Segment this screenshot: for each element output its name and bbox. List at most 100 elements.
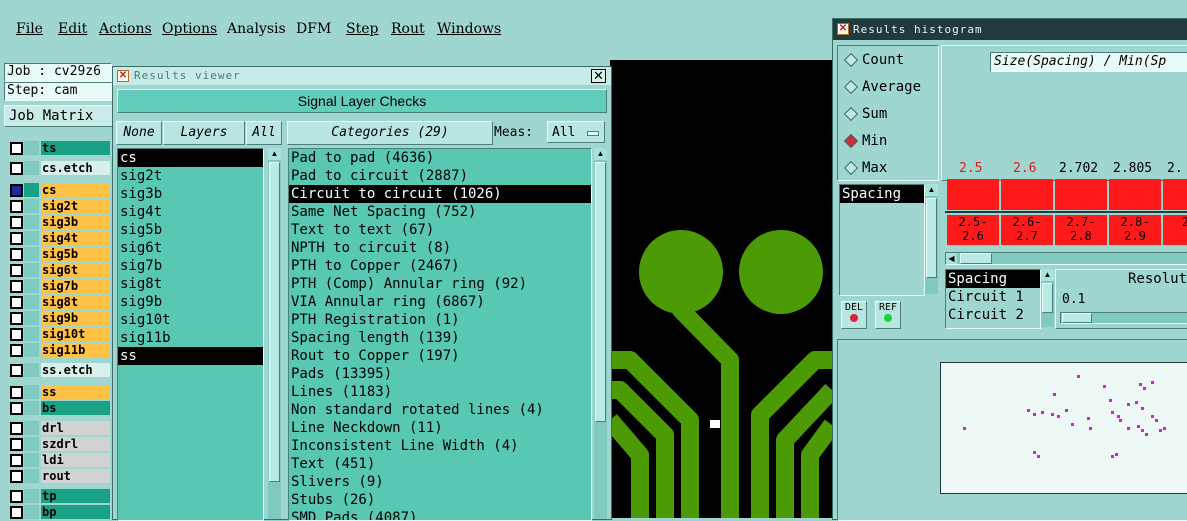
- layer-status-cell[interactable]: [24, 469, 39, 483]
- result-layer-item[interactable]: sig4t: [118, 203, 263, 221]
- layer-checkbox[interactable]: [10, 438, 23, 451]
- layer-checkbox[interactable]: [10, 312, 23, 325]
- histogram-titlebar[interactable]: ✕ Results histogram: [833, 19, 1187, 40]
- menu-step[interactable]: Step: [346, 21, 378, 37]
- category-item[interactable]: SMD Pads (4087): [289, 509, 591, 520]
- scroll-thumb[interactable]: [269, 162, 280, 482]
- graphic-canvas[interactable]: [610, 60, 832, 518]
- layer-row-drl[interactable]: drl: [6, 421, 110, 435]
- layer-row-ss-etch[interactable]: ss.etch: [6, 363, 110, 377]
- layer-row-szdrl[interactable]: szdrl: [6, 437, 110, 451]
- category-item[interactable]: Pad to pad (4636): [289, 149, 591, 167]
- layer-status-cell[interactable]: [24, 199, 39, 213]
- layer-checkbox[interactable]: [10, 402, 23, 415]
- categories-button[interactable]: Categories (29): [287, 121, 493, 145]
- layer-checkbox[interactable]: [10, 200, 23, 213]
- layer-row-sig2t[interactable]: sig2t: [6, 199, 110, 213]
- attribute-list[interactable]: Spacing Circuit 1 Circuit 2: [945, 269, 1041, 329]
- layer-checkbox[interactable]: [10, 422, 23, 435]
- layer-checkbox[interactable]: [10, 264, 23, 277]
- menu-options[interactable]: Options: [162, 21, 217, 37]
- job-matrix-button[interactable]: Job Matrix: [4, 105, 113, 127]
- layer-row-sig4t[interactable]: sig4t: [6, 231, 110, 245]
- menu-analysis[interactable]: Analysis: [227, 21, 286, 37]
- results-viewer-titlebar[interactable]: ✕ Results viewer ✕: [113, 67, 611, 85]
- meas-dropdown[interactable]: All: [547, 121, 605, 143]
- layer-status-cell[interactable]: [24, 311, 39, 325]
- attribute-item[interactable]: Circuit 1: [946, 288, 1040, 306]
- slider-thumb[interactable]: [1062, 313, 1092, 323]
- layer-checkbox[interactable]: [10, 280, 23, 293]
- layer-checkbox[interactable]: [10, 248, 23, 261]
- layer-checkbox[interactable]: [10, 344, 23, 357]
- category-item[interactable]: Stubs (26): [289, 491, 591, 509]
- layer-row-sig7b[interactable]: sig7b: [6, 279, 110, 293]
- category-item[interactable]: NPTH to circuit (8): [289, 239, 591, 257]
- scroll-thumb[interactable]: [960, 253, 992, 264]
- scroll-thumb[interactable]: [595, 162, 606, 422]
- layer-checkbox[interactable]: [10, 232, 23, 245]
- category-item[interactable]: Rout to Copper (197): [289, 347, 591, 365]
- histogram-scrollbar[interactable]: ◀: [945, 252, 1187, 265]
- radio-count[interactable]: Count: [843, 50, 904, 70]
- attribute-list-scrollbar[interactable]: ▲: [1041, 269, 1054, 327]
- radio-max[interactable]: Max: [843, 158, 887, 178]
- layer-checkbox[interactable]: [10, 506, 23, 519]
- category-item[interactable]: Pad to circuit (2887): [289, 167, 591, 185]
- layer-status-cell[interactable]: [24, 437, 39, 451]
- result-layer-item[interactable]: sig8t: [118, 275, 263, 293]
- layer-checkbox[interactable]: [10, 386, 23, 399]
- result-layer-item[interactable]: sig2t: [118, 167, 263, 185]
- layer-row-cs-etch[interactable]: cs.etch: [6, 161, 110, 175]
- result-layer-item[interactable]: sig6t: [118, 239, 263, 257]
- layer-checkbox[interactable]: [10, 296, 23, 309]
- layer-status-cell[interactable]: [24, 453, 39, 467]
- category-item[interactable]: Same Net Spacing (752): [289, 203, 591, 221]
- menu-edit[interactable]: Edit: [58, 21, 87, 37]
- layer-row-sig6t[interactable]: sig6t: [6, 263, 110, 277]
- histogram-bar[interactable]: [1109, 179, 1161, 210]
- result-layer-item[interactable]: sig3b: [118, 185, 263, 203]
- layer-status-cell[interactable]: [24, 489, 39, 503]
- layer-row-ts[interactable]: ts: [6, 141, 110, 155]
- result-layer-item[interactable]: sig11b: [118, 329, 263, 347]
- layer-result-list[interactable]: cs sig2t sig3b sig4t sig5b sig6t sig7b sig8t sig…: [117, 148, 264, 521]
- layer-checkbox[interactable]: [10, 364, 23, 377]
- category-item[interactable]: PTH (Comp) Annular ring (92): [289, 275, 591, 293]
- layer-row-tp[interactable]: tp: [6, 489, 110, 503]
- scroll-thumb[interactable]: [926, 198, 937, 278]
- close-icon[interactable]: ✕: [591, 69, 606, 83]
- layer-status-cell[interactable]: [24, 505, 39, 519]
- layer-checkbox[interactable]: [10, 162, 23, 175]
- layers-button[interactable]: Layers: [163, 121, 245, 145]
- layer-row-cs[interactable]: cs: [6, 183, 110, 197]
- category-list-scrollbar[interactable]: ▲: [594, 148, 607, 519]
- overview-map[interactable]: [837, 339, 1187, 521]
- menu-dfm[interactable]: DFM: [296, 21, 331, 37]
- category-item[interactable]: Lines (1183): [289, 383, 591, 401]
- category-item[interactable]: PTH Registration (1): [289, 311, 591, 329]
- layer-status-cell[interactable]: [24, 421, 39, 435]
- category-list[interactable]: Pad to pad (4636) Pad to circuit (2887) Ci…: [288, 148, 592, 521]
- layer-row-sig9b[interactable]: sig9b: [6, 311, 110, 325]
- layer-row-sig11b[interactable]: sig11b: [6, 343, 110, 357]
- radio-sum[interactable]: Sum: [843, 104, 887, 124]
- scroll-up-icon[interactable]: ▲: [925, 184, 938, 196]
- layer-checkbox[interactable]: [10, 470, 23, 483]
- result-layer-item[interactable]: sig10t: [118, 311, 263, 329]
- layer-status-cell[interactable]: [24, 327, 39, 341]
- scroll-up-icon[interactable]: ▲: [594, 148, 607, 160]
- layer-row-bp[interactable]: bp: [6, 505, 110, 519]
- layer-status-cell[interactable]: [24, 263, 39, 277]
- category-item[interactable]: Non standard rotated lines (4): [289, 401, 591, 419]
- layer-checkbox[interactable]: [10, 142, 23, 155]
- none-button[interactable]: None: [116, 121, 162, 145]
- menu-windows[interactable]: Windows: [437, 21, 501, 37]
- layer-status-cell[interactable]: [24, 295, 39, 309]
- layer-checkbox[interactable]: [10, 328, 23, 341]
- histogram-bar[interactable]: [1001, 179, 1053, 210]
- measure-item[interactable]: Spacing: [840, 185, 924, 203]
- result-layer-item[interactable]: ss: [118, 347, 263, 365]
- menu-actions[interactable]: Actions: [99, 21, 152, 37]
- radio-min[interactable]: Min: [843, 131, 887, 151]
